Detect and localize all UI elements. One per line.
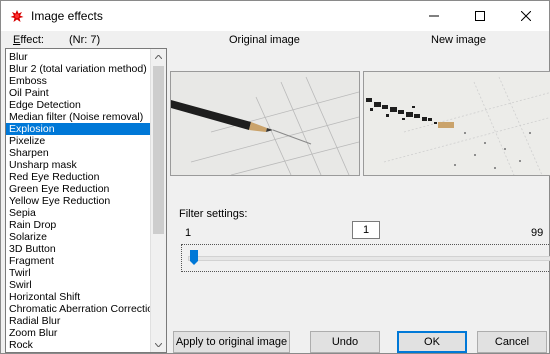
- effect-list-item[interactable]: Green Eye Reduction: [6, 183, 151, 195]
- effect-list-item[interactable]: Zoom Blur: [6, 327, 151, 339]
- new-image-preview: [363, 71, 550, 176]
- filter-settings-label: Filter settings:: [179, 208, 248, 220]
- maximize-icon: [475, 11, 485, 21]
- effect-label-text: ffect:: [20, 34, 44, 46]
- effect-list-item[interactable]: Swirl: [6, 279, 151, 291]
- close-button[interactable]: [503, 1, 549, 31]
- image-effects-window: Image effects Effect: (Nr: 7) Original i…: [0, 0, 550, 354]
- effect-list-item[interactable]: Rain Drop: [6, 219, 151, 231]
- original-image-preview: [170, 71, 360, 176]
- effect-list-item[interactable]: Yellow Eye Reduction: [6, 195, 151, 207]
- cancel-button[interactable]: Cancel: [477, 331, 547, 353]
- effect-count-label: (Nr: 7): [69, 34, 101, 46]
- effect-list-item[interactable]: Median filter (Noise removal): [6, 111, 151, 123]
- effect-list-item[interactable]: Sepia: [6, 207, 151, 219]
- filter-value-field[interactable]: 1: [352, 221, 380, 239]
- effects-list: Blur Blur 2 (total variation method) Embos…: [6, 51, 159, 351]
- effect-list-item[interactable]: Blur: [6, 51, 151, 63]
- scroll-down-button[interactable]: [151, 337, 166, 352]
- effect-list-item[interactable]: Edge Detection: [6, 99, 151, 111]
- chevron-down-icon: [155, 342, 162, 347]
- minimize-icon: [429, 15, 439, 17]
- effect-list-item[interactable]: Chromatic Aberration Correction: [6, 303, 159, 315]
- maximize-button[interactable]: [457, 1, 503, 31]
- effect-list-item[interactable]: Red Eye Reduction: [6, 171, 151, 183]
- undo-button[interactable]: Undo: [310, 331, 380, 353]
- effects-listbox[interactable]: Blur Blur 2 (total variation method) Embos…: [5, 48, 167, 353]
- filter-slider[interactable]: [181, 244, 550, 272]
- new-exploded-image: [364, 72, 550, 175]
- effect-list-item[interactable]: Twirl: [6, 267, 151, 279]
- effect-list-item[interactable]: Unsharp mask: [6, 159, 151, 171]
- effect-label: Effect:: [13, 34, 44, 46]
- slider-track: [188, 256, 550, 261]
- effect-list-item[interactable]: Emboss: [6, 75, 151, 87]
- effect-list-item[interactable]: Oil Paint: [6, 87, 151, 99]
- scroll-up-button[interactable]: [151, 49, 166, 64]
- chevron-up-icon: [155, 54, 162, 59]
- effect-list-item[interactable]: Radial Blur: [6, 315, 151, 327]
- effects-scrollbar[interactable]: [150, 49, 166, 352]
- apply-to-original-button[interactable]: Apply to original image: [173, 331, 290, 353]
- effect-list-item[interactable]: Explosion: [6, 123, 151, 135]
- new-image-label: New image: [431, 34, 487, 46]
- effect-list-item[interactable]: Rock: [6, 339, 151, 351]
- minimize-button[interactable]: [411, 1, 457, 31]
- original-pencil-image: [171, 72, 359, 175]
- paint-splash-icon: [10, 10, 24, 22]
- close-icon: [521, 11, 531, 21]
- slider-thumb[interactable]: [190, 250, 198, 265]
- title-bar[interactable]: Image effects: [1, 1, 549, 31]
- effect-list-item[interactable]: 3D Button: [6, 243, 151, 255]
- effect-list-item[interactable]: Sharpen: [6, 147, 151, 159]
- original-image-label: Original image: [229, 34, 300, 46]
- effect-list-item[interactable]: Pixelize: [6, 135, 151, 147]
- effect-list-item[interactable]: Solarize: [6, 231, 151, 243]
- effect-list-item[interactable]: Blur 2 (total variation method): [6, 63, 151, 75]
- ok-button[interactable]: OK: [397, 331, 467, 353]
- slider-max-label: 99: [531, 227, 544, 239]
- window-title: Image effects: [31, 9, 103, 23]
- slider-min-label: 1: [185, 227, 192, 239]
- effect-list-item[interactable]: Horizontal Shift: [6, 291, 151, 303]
- scroll-thumb[interactable]: [153, 66, 164, 234]
- effect-list-item[interactable]: Fragment: [6, 255, 151, 267]
